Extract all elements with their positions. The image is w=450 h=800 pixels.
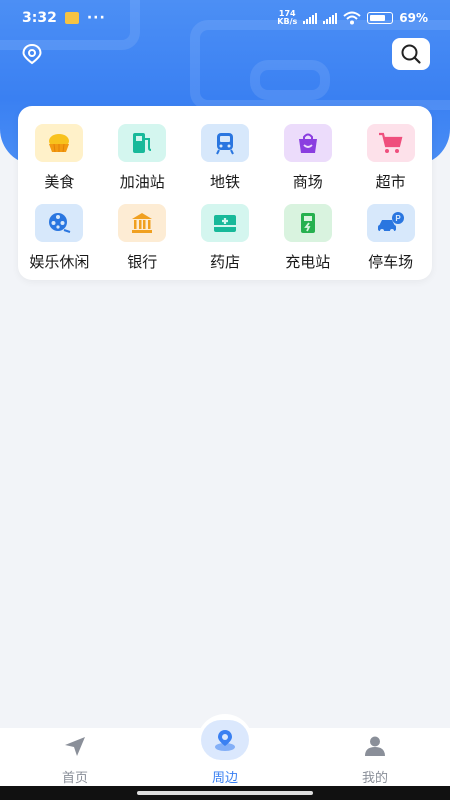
category-label: 停车场: [368, 253, 414, 271]
parking-car-icon: P: [366, 204, 415, 242]
medicine-box-icon: [200, 204, 249, 242]
search-button[interactable]: [392, 38, 430, 70]
subway-icon: [200, 124, 249, 162]
map-decoration: [250, 60, 330, 100]
category-charging-station[interactable]: 充电站: [266, 192, 349, 272]
svg-text:P: P: [395, 214, 401, 223]
fuel-pump-icon: [118, 124, 167, 162]
user-icon: [360, 731, 390, 760]
signal-icon: [303, 12, 318, 24]
category-parking[interactable]: P 停车场: [349, 192, 432, 272]
nearby-location-icon: [201, 720, 249, 760]
search-icon: [401, 44, 421, 64]
category-label: 娱乐休闲: [29, 253, 90, 271]
category-mall[interactable]: 商场: [266, 112, 349, 192]
gallery-notification-icon: [64, 12, 79, 24]
category-label: 超市: [375, 173, 406, 191]
category-entertainment[interactable]: 娱乐休闲: [18, 192, 101, 272]
status-bar: 3:32 ··· 174 KB/s 69%: [0, 0, 450, 36]
category-subway[interactable]: 地铁: [184, 112, 267, 192]
category-label: 银行: [127, 253, 158, 271]
bun-icon: [35, 124, 84, 162]
status-time: 3:32: [22, 10, 57, 26]
category-label: 商场: [292, 173, 323, 191]
location-pin-icon: [22, 43, 42, 65]
tab-label: 我的: [361, 771, 388, 786]
category-label: 美食: [44, 173, 75, 191]
tab-nearby[interactable]: 周边: [150, 714, 300, 786]
charging-station-icon: [283, 204, 332, 242]
category-label: 地铁: [209, 173, 240, 191]
signal-icon: [323, 12, 338, 24]
shopping-cart-icon: [366, 124, 415, 162]
system-navigation-bar: [0, 786, 450, 800]
network-speed: 174 KB/s: [277, 9, 298, 26]
tab-mine[interactable]: 我的: [300, 728, 450, 786]
bank-icon: [118, 204, 167, 242]
shopping-bag-icon: [283, 124, 332, 162]
wifi-icon: [343, 11, 361, 25]
category-label: 加油站: [119, 173, 165, 191]
status-more-dots: ···: [86, 10, 106, 26]
navigation-arrow-icon: [60, 731, 90, 760]
home-indicator[interactable]: [137, 791, 313, 795]
tab-label: 首页: [61, 771, 88, 786]
tab-label: 周边: [211, 771, 238, 786]
battery-icon: [367, 12, 394, 24]
category-gas-station[interactable]: 加油站: [101, 112, 184, 192]
category-supermarket[interactable]: 超市: [349, 112, 432, 192]
category-label: 充电站: [285, 253, 331, 271]
battery-percent: 69%: [399, 11, 428, 25]
tab-home[interactable]: 首页: [0, 728, 150, 786]
category-grid: 美食 加油站 地铁 商场 超市 娱乐休闲 银行 药店 充电站 P 停车场: [18, 106, 432, 280]
category-label: 药店: [209, 253, 240, 271]
film-reel-icon: [35, 204, 84, 242]
location-button[interactable]: [20, 42, 44, 66]
category-food[interactable]: 美食: [18, 112, 101, 192]
category-bank[interactable]: 银行: [101, 192, 184, 272]
category-pharmacy[interactable]: 药店: [184, 192, 267, 272]
bottom-tab-bar: 首页 周边 我的: [0, 714, 450, 786]
